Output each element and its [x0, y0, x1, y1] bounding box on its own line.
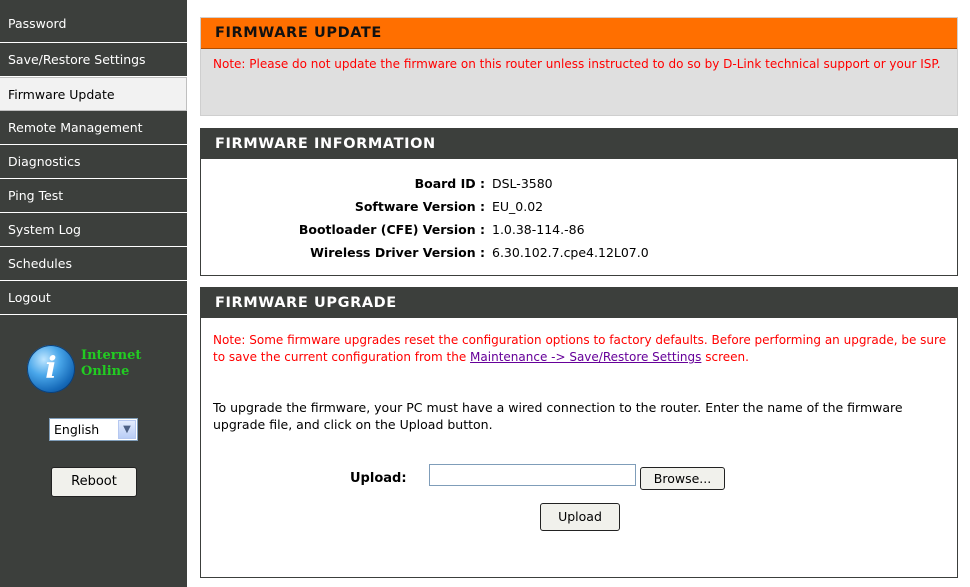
bootloader-version-value: 1.0.38-114.-86	[492, 222, 585, 237]
board-id-value: DSL-3580	[492, 176, 553, 191]
sidebar-item-save-restore-settings[interactable]: Save/Restore Settings	[0, 43, 187, 77]
info-i-glyph: i	[45, 351, 57, 386]
status-line1: Internet	[81, 348, 142, 363]
firmware-information-section: FIRMWARE INFORMATION Board ID : DSL-3580…	[200, 128, 958, 276]
upgrade-instructions: To upgrade the firmware, your PC must ha…	[213, 400, 903, 432]
sidebar: Password Save/Restore Settings Firmware …	[0, 0, 187, 587]
firmware-upgrade-section: FIRMWARE UPGRADE Note: Some firmware upg…	[200, 287, 958, 578]
status-line2: Online	[81, 364, 130, 379]
firmware-information-title: FIRMWARE INFORMATION	[201, 129, 957, 159]
firmware-update-section: FIRMWARE UPDATE Note: Please do not upda…	[200, 17, 958, 116]
language-select[interactable]: English ▼	[49, 418, 138, 441]
upload-label: Upload:	[350, 471, 407, 486]
sidebar-item-remote-management[interactable]: Remote Management	[0, 111, 187, 145]
globe-info-icon: i	[27, 345, 75, 393]
save-restore-settings-link[interactable]: Maintenance -> Save/Restore Settings	[470, 350, 701, 364]
wireless-driver-version-label: Wireless Driver Version :	[310, 245, 485, 260]
firmware-upgrade-note: Note: Some firmware upgrades reset the c…	[213, 332, 948, 366]
firmware-update-title: FIRMWARE UPDATE	[201, 18, 957, 49]
language-value: English	[54, 422, 100, 437]
note-suffix: screen.	[701, 350, 749, 364]
info-row-bootloader-version: Bootloader (CFE) Version : 1.0.38-114.-8…	[201, 220, 959, 240]
info-row-board-id: Board ID : DSL-3580	[201, 174, 959, 194]
sidebar-item-logout[interactable]: Logout	[0, 281, 187, 315]
chevron-down-icon[interactable]: ▼	[118, 420, 136, 439]
software-version-value: EU_0.02	[492, 199, 544, 214]
reboot-button[interactable]: Reboot	[51, 467, 137, 497]
software-version-label: Software Version :	[354, 199, 485, 214]
sidebar-item-firmware-update[interactable]: Firmware Update	[0, 77, 187, 111]
internet-status-text: Internet Online	[81, 348, 141, 380]
bootloader-version-label: Bootloader (CFE) Version :	[298, 222, 485, 237]
wireless-driver-version-value: 6.30.102.7.cpe4.12L07.0	[492, 245, 649, 260]
firmware-file-input[interactable]	[429, 464, 636, 486]
info-row-software-version: Software Version : EU_0.02	[201, 197, 959, 217]
sidebar-item-system-log[interactable]: System Log	[0, 213, 187, 247]
internet-status: i Internet Online	[27, 345, 177, 395]
sidebar-item-ping-test[interactable]: Ping Test	[0, 179, 187, 213]
browse-button[interactable]: Browse...	[640, 467, 725, 490]
sidebar-item-diagnostics[interactable]: Diagnostics	[0, 145, 187, 179]
firmware-update-note: Note: Please do not update the firmware …	[213, 57, 941, 71]
upload-button[interactable]: Upload	[540, 503, 620, 531]
sidebar-item-password[interactable]: Password	[0, 0, 187, 43]
board-id-label: Board ID :	[414, 176, 485, 191]
firmware-upgrade-title: FIRMWARE UPGRADE	[201, 288, 957, 318]
sidebar-item-schedules[interactable]: Schedules	[0, 247, 187, 281]
info-row-wireless-driver-version: Wireless Driver Version : 6.30.102.7.cpe…	[201, 243, 959, 263]
